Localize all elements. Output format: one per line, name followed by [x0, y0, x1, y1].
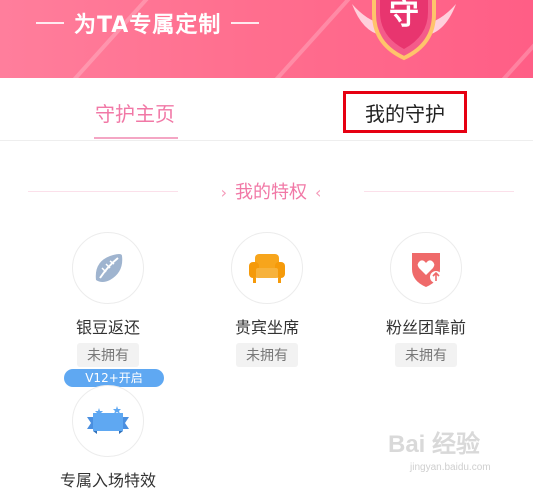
- heart-shield-icon: [412, 253, 442, 287]
- privilege-label: 银豆返还: [75, 318, 140, 337]
- section-title-text: 我的特权: [235, 182, 307, 203]
- privilege-icon-circle: [231, 232, 303, 304]
- privilege-label: 专属入场特效: [59, 471, 156, 490]
- title-dash-right: [231, 22, 260, 24]
- watermark-url: jingyan.baidu.com: [410, 462, 491, 473]
- chevron-right-icon: ›: [220, 183, 227, 202]
- banner-title: 为TA专属定制: [36, 7, 260, 39]
- section-title: › 我的特权 ‹: [28, 178, 514, 204]
- privilege-icon-circle: [72, 232, 144, 304]
- privilege-status-badge: 未拥有: [395, 343, 457, 367]
- tab-bar: 守护主页 我的守护: [0, 78, 533, 141]
- entrance-banner-icon: [87, 406, 129, 434]
- privilege-item[interactable]: 专属入场特效: [38, 385, 178, 491]
- chevron-left-icon: ‹: [315, 183, 322, 202]
- privilege-icon-circle: [72, 385, 144, 457]
- header-banner: 为TA专属定制 守: [0, 0, 533, 78]
- title-dash-left: [36, 22, 64, 24]
- guardian-badge-icon: 守: [352, 0, 456, 61]
- privilege-icon-circle: [390, 232, 462, 304]
- silver-bean-icon: [95, 254, 123, 282]
- privilege-item[interactable]: 银豆返还 未拥有: [38, 232, 178, 367]
- privilege-label: 粉丝团靠前: [385, 318, 466, 337]
- privilege-status-badge: 未拥有: [236, 343, 298, 367]
- watermark-brand: Bai 经验: [388, 431, 481, 458]
- tab-my-guardian[interactable]: 我的守护: [343, 91, 467, 133]
- privilege-item[interactable]: 粉丝团靠前 未拥有: [356, 232, 496, 367]
- badge-char: 守: [389, 0, 419, 32]
- sofa-icon: [249, 254, 285, 283]
- privileges-section-header: › 我的特权 ‹: [28, 178, 514, 206]
- privilege-label: 贵宾坐席: [234, 318, 299, 337]
- active-tab-underline: [94, 137, 178, 139]
- baidu-jingyan-watermark: Bai 经验 jingyan.baidu.com: [380, 424, 530, 484]
- banner-title-text: 为TA专属定制: [74, 13, 222, 38]
- privilege-item[interactable]: 贵宾坐席 未拥有: [197, 232, 337, 367]
- privilege-status-badge: 未拥有: [77, 343, 139, 367]
- tab-guardian-home[interactable]: 守护主页: [95, 98, 175, 127]
